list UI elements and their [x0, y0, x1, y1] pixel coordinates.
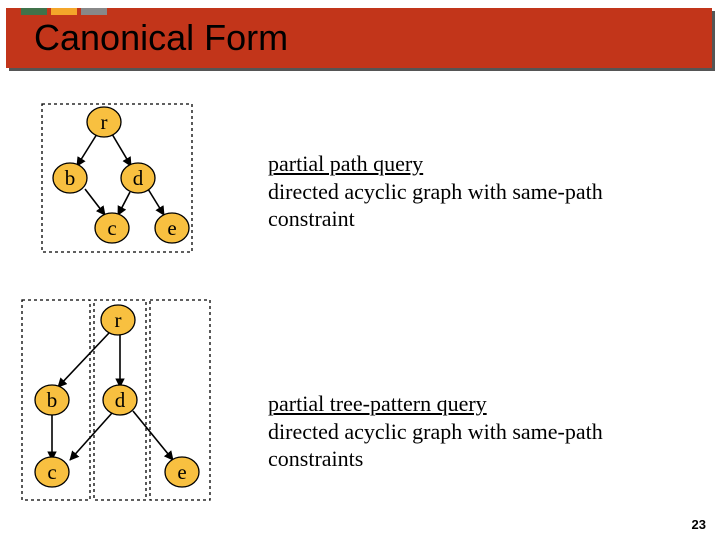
caption-text: directed acyclic graph with same-path co… [268, 419, 603, 472]
edge [118, 192, 130, 215]
node-label: r [115, 308, 122, 332]
node-label: d [115, 388, 126, 412]
edge [148, 189, 164, 215]
caption-top: partial path query directed acyclic grap… [268, 150, 688, 233]
edge [112, 134, 131, 166]
edge [58, 333, 109, 387]
caption-underline: partial tree-pattern query [268, 391, 487, 416]
caption-text: directed acyclic graph with same-path co… [268, 179, 603, 232]
node-label: r [101, 110, 108, 134]
node-label: d [133, 166, 144, 190]
edge [70, 413, 112, 460]
caption-bottom: partial tree-pattern query directed acyc… [268, 390, 688, 473]
node-label: e [167, 216, 176, 240]
caption-underline: partial path query [268, 151, 423, 176]
node-label: e [177, 460, 186, 484]
node-label: b [47, 388, 58, 412]
edge [85, 189, 105, 215]
node-label: c [107, 216, 116, 240]
edge [133, 411, 173, 460]
edge [77, 134, 97, 166]
node-label: b [65, 166, 76, 190]
page-number: 23 [692, 517, 706, 532]
node-label: c [47, 460, 56, 484]
